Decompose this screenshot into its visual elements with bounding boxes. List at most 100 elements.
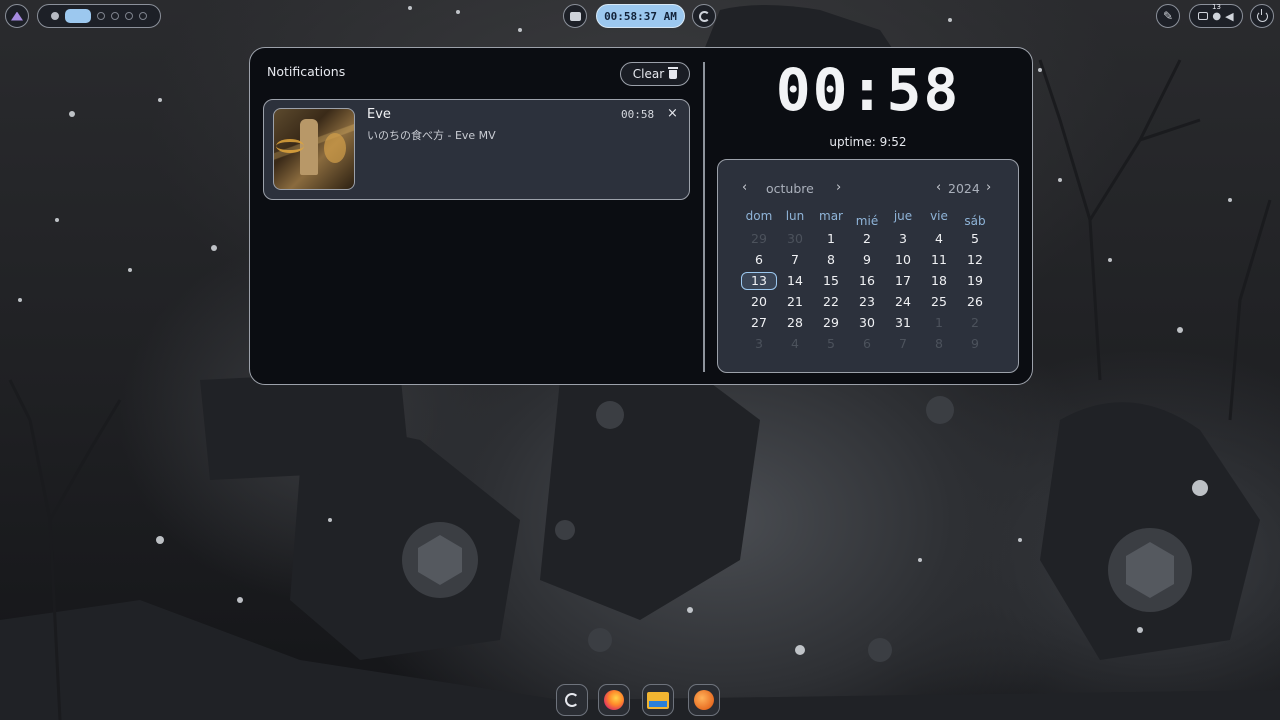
status-indicators[interactable]: ● ◀ 13 xyxy=(1189,3,1243,28)
dock-firefox-button[interactable] xyxy=(598,684,630,716)
arch-icon xyxy=(11,11,23,21)
calendar-day[interactable]: 31 xyxy=(885,314,921,332)
calendar-day[interactable]: 16 xyxy=(849,272,885,290)
volume-icon: ◀ xyxy=(1225,9,1234,23)
calendar-day[interactable]: 30 xyxy=(849,314,885,332)
notification-time: 00:58 xyxy=(621,108,655,121)
calendar-day[interactable]: 5 xyxy=(813,335,849,353)
calendar-day[interactable]: 4 xyxy=(777,335,813,353)
panel-divider xyxy=(703,62,705,372)
calendar-day[interactable]: 22 xyxy=(813,293,849,311)
calendar-day[interactable]: 4 xyxy=(921,230,957,248)
calendar-day[interactable]: 9 xyxy=(849,251,885,269)
clear-label: Clear xyxy=(632,67,665,81)
workspace-5[interactable] xyxy=(125,12,133,20)
calendar-day[interactable]: 11 xyxy=(921,251,957,269)
big-clock: 00:58 xyxy=(775,56,961,124)
color-picker-button[interactable]: ✎ xyxy=(1156,4,1180,28)
launcher-button[interactable] xyxy=(5,4,29,28)
calendar-day[interactable]: 24 xyxy=(885,293,921,311)
calendar-day[interactable]: 2 xyxy=(849,230,885,248)
calendar-day[interactable]: 7 xyxy=(777,251,813,269)
topbar-clock[interactable]: 00:58:37 AM xyxy=(596,4,685,28)
notification-center-panel: Notifications Clear Eve 00:58 × いのちの食べ方 … xyxy=(249,47,1033,385)
calendar-day[interactable]: 8 xyxy=(813,251,849,269)
notification-body: いのちの食べ方 - Eve MV xyxy=(367,129,496,142)
calendar-day[interactable]: 26 xyxy=(957,293,993,311)
calendar-day[interactable]: 3 xyxy=(885,230,921,248)
weekday-label: dom xyxy=(745,209,773,223)
power-button[interactable] xyxy=(1250,4,1274,28)
firefox-icon xyxy=(604,690,624,710)
notification-thumbnail xyxy=(273,108,355,190)
notifications-title: Notifications xyxy=(267,64,346,79)
notification-app-name: Eve xyxy=(367,107,391,122)
calendar-widget: ‹ octubre › ‹ 2024 › dom lun mar mié jue vie s… xyxy=(717,159,1019,373)
weekday-label: mar xyxy=(819,209,843,223)
calendar-day[interactable]: 20 xyxy=(741,293,777,311)
uptime-label: uptime: 9:52 xyxy=(829,135,907,149)
screen-icon xyxy=(1198,12,1209,20)
weekday-label: mié xyxy=(855,214,879,228)
prev-month-button[interactable]: ‹ xyxy=(742,180,747,195)
calendar-day[interactable]: 30 xyxy=(777,230,813,248)
refresh-button[interactable] xyxy=(692,4,716,28)
weekday-label: jue xyxy=(893,209,913,223)
calendar-day[interactable]: 29 xyxy=(813,314,849,332)
chat-button[interactable] xyxy=(563,4,587,28)
next-month-button[interactable]: › xyxy=(836,180,841,195)
workspace-6[interactable] xyxy=(139,12,147,20)
mic-icon: ● xyxy=(1212,10,1222,22)
calendar-month: octubre xyxy=(766,181,814,196)
refresh-icon xyxy=(565,693,579,707)
calendar-day[interactable]: 1 xyxy=(813,230,849,248)
calendar-day[interactable]: 25 xyxy=(921,293,957,311)
refresh-icon xyxy=(698,10,710,22)
workspace-3[interactable] xyxy=(97,12,105,20)
prev-year-button[interactable]: ‹ xyxy=(936,180,941,195)
calendar-day[interactable]: 15 xyxy=(813,272,849,290)
calendar-day[interactable]: 6 xyxy=(741,251,777,269)
dock-refresh-button[interactable] xyxy=(556,684,588,716)
calendar-day[interactable]: 14 xyxy=(777,272,813,290)
calendar-day[interactable]: 7 xyxy=(885,335,921,353)
calendar-day[interactable]: 12 xyxy=(957,251,993,269)
topbar-clock-text: 00:58:37 AM xyxy=(604,9,677,23)
weekday-label: vie xyxy=(930,209,948,223)
status-badge: 13 xyxy=(1212,3,1221,11)
weekday-label: lun xyxy=(785,209,805,223)
workspace-indicator[interactable] xyxy=(37,4,161,28)
calendar-day[interactable]: 5 xyxy=(957,230,993,248)
calendar-day[interactable]: 23 xyxy=(849,293,885,311)
calendar-day[interactable]: 13 xyxy=(741,272,777,290)
calendar-day[interactable]: 2 xyxy=(957,314,993,332)
calendar-day[interactable]: 19 xyxy=(957,272,993,290)
workspace-1[interactable] xyxy=(51,12,59,20)
calendar-day[interactable]: 17 xyxy=(885,272,921,290)
calendar-day[interactable]: 8 xyxy=(921,335,957,353)
workspace-4[interactable] xyxy=(111,12,119,20)
calendar-day[interactable]: 1 xyxy=(921,314,957,332)
calendar-day[interactable]: 29 xyxy=(741,230,777,248)
calendar-day[interactable]: 3 xyxy=(741,335,777,353)
power-icon xyxy=(1256,8,1268,22)
app-icon xyxy=(694,690,714,710)
dock-files-button[interactable] xyxy=(642,684,674,716)
next-year-button[interactable]: › xyxy=(986,180,991,195)
calendar-day[interactable]: 28 xyxy=(777,314,813,332)
chat-bubble-icon xyxy=(569,11,581,21)
color-picker-icon: ✎ xyxy=(1162,9,1174,23)
calendar-day[interactable]: 10 xyxy=(885,251,921,269)
workspace-2[interactable] xyxy=(65,9,91,23)
trash-icon xyxy=(668,66,679,79)
clear-notifications-button[interactable]: Clear xyxy=(620,62,690,86)
notification-card[interactable]: Eve 00:58 × いのちの食べ方 - Eve MV xyxy=(263,99,690,200)
notification-close-icon[interactable]: × xyxy=(667,106,678,121)
dock-app-button[interactable] xyxy=(688,684,720,716)
calendar-year: 2024 xyxy=(948,181,980,196)
calendar-day[interactable]: 18 xyxy=(921,272,957,290)
calendar-day[interactable]: 6 xyxy=(849,335,885,353)
calendar-day[interactable]: 27 xyxy=(741,314,777,332)
calendar-day[interactable]: 21 xyxy=(777,293,813,311)
calendar-day[interactable]: 9 xyxy=(957,335,993,353)
